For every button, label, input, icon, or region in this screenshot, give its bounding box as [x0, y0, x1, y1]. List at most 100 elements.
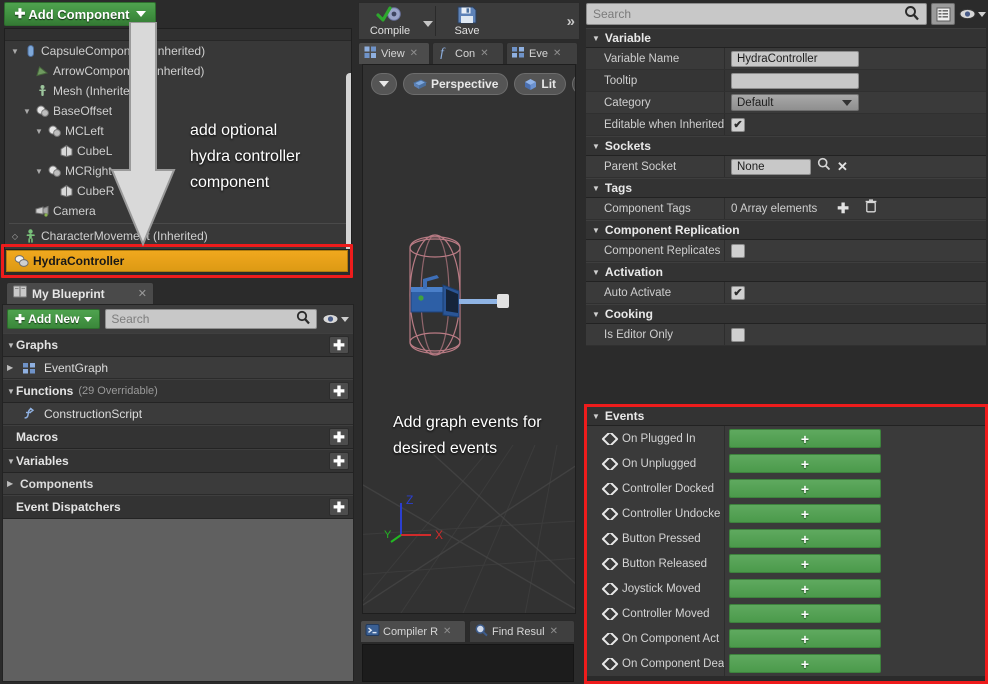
add-button[interactable]: ✚	[329, 498, 349, 516]
add-component-label: Add Component	[28, 6, 130, 22]
add-event-button[interactable]: +	[729, 579, 881, 598]
add-button[interactable]: ✚	[329, 452, 349, 470]
property-value: ✔	[724, 282, 986, 303]
mbp-section-label: Event Dispatchers	[16, 500, 121, 514]
tab-compiler-r[interactable]: Compiler R ✕	[360, 620, 466, 642]
tab-con[interactable]: f Con ✕	[432, 42, 504, 64]
chevron-down-icon	[423, 20, 433, 27]
tab-view[interactable]: View ✕	[358, 42, 430, 64]
add-button[interactable]: ✚	[329, 428, 349, 446]
close-icon[interactable]: ✕	[138, 287, 147, 300]
compile-button[interactable]: Compile	[359, 3, 421, 39]
add-button[interactable]: ✚	[329, 336, 349, 354]
checkbox[interactable]: ✔	[731, 285, 745, 300]
compile-dropdown-button[interactable]	[421, 16, 435, 27]
search-icon[interactable]	[296, 310, 311, 328]
text-input[interactable]: HydraController	[731, 50, 859, 67]
category-header-variable[interactable]: ▼ Variable	[586, 28, 986, 48]
category-header-cooking[interactable]: ▼ Cooking	[586, 304, 986, 324]
mbp-item-eventgraph[interactable]: ▶ EventGraph	[3, 357, 353, 379]
close-icon[interactable]: ✕	[480, 48, 488, 59]
mbp-section-functions[interactable]: ▼ Functions (29 Overridable) ✚	[3, 379, 353, 403]
plus-icon: ✚	[14, 6, 26, 21]
my-blueprint-visibility-button[interactable]	[322, 313, 349, 325]
expander-icon[interactable]: ▼	[9, 47, 21, 56]
toolbar-overflow-button[interactable]: »	[567, 13, 579, 30]
tab-my-blueprint[interactable]: My Blueprint ✕	[6, 282, 154, 304]
close-icon[interactable]: ✕	[550, 626, 558, 637]
text-input[interactable]	[731, 72, 859, 89]
component-tree-scrollbar[interactable]	[346, 73, 351, 249]
close-icon[interactable]: ✕	[553, 48, 561, 59]
expander-icon[interactable]: ▼	[33, 167, 45, 176]
mbp-section-macros[interactable]: Macros ✚	[3, 425, 353, 449]
add-event-button[interactable]: +	[729, 429, 881, 448]
add-event-button[interactable]: +	[729, 529, 881, 548]
compiler-results-panel	[362, 644, 574, 682]
tab-eve[interactable]: Eve ✕	[506, 42, 578, 64]
tree-row-mesh[interactable]: Mesh (Inherited)	[5, 81, 351, 101]
mbp-item-constructionscript[interactable]: ConstructionScript	[3, 403, 353, 425]
checkbox[interactable]: ✔	[731, 117, 745, 132]
add-event-button[interactable]: +	[729, 604, 881, 623]
checkbox[interactable]: ✔	[731, 327, 745, 342]
details-visibility-button[interactable]	[959, 8, 986, 20]
mbp-section-event-dispatchers[interactable]: Event Dispatchers ✚	[3, 495, 353, 519]
close-icon[interactable]: ✕	[443, 626, 451, 637]
add-event-button[interactable]: +	[729, 454, 881, 473]
event-label: On Plugged In	[622, 432, 696, 445]
mbp-section-variables[interactable]: ▼ Variables ✚	[3, 449, 353, 473]
expander-icon[interactable]: ▼	[33, 127, 45, 136]
tree-row-camera[interactable]: Camera	[5, 201, 351, 221]
details-categories: ▼ Variable Variable Name HydraController Too…	[586, 28, 986, 346]
viewport-3d[interactable]: Perspective Lit » Add graph events for d…	[362, 64, 576, 614]
add-new-button[interactable]: ✚ Add New	[7, 309, 101, 329]
add-event-button[interactable]: +	[729, 479, 881, 498]
event-action: +	[724, 551, 986, 576]
category-header-tags[interactable]: ▼ Tags	[586, 178, 986, 198]
mbp-section-graphs[interactable]: ▼ Graphs ✚	[3, 333, 353, 357]
details-grid-view-button[interactable]	[931, 3, 955, 25]
tree-row-capsulecomponent[interactable]: ▼ CapsuleComponent (Inherited)	[5, 41, 351, 61]
event-label: Joystick Moved	[622, 582, 701, 595]
tree-row-charactermovement[interactable]: ◇ CharacterMovement (Inherited)	[5, 226, 351, 246]
dropdown[interactable]: Default	[731, 94, 859, 111]
viewport-perspective-button[interactable]: Perspective	[403, 73, 509, 95]
save-button[interactable]: Save	[436, 3, 498, 39]
lit-cube-icon	[525, 78, 537, 90]
close-x-icon[interactable]: ✕	[837, 159, 848, 175]
mbp-item-components[interactable]: ▶ Components	[3, 473, 353, 495]
search-icon[interactable]	[904, 5, 920, 24]
tree-row-arrowcomponent[interactable]: ArrowComponent (Inherited)	[5, 61, 351, 81]
add-event-button[interactable]: +	[729, 629, 881, 648]
tree-row-hydracontroller[interactable]: HydraController	[6, 250, 348, 272]
event-label: Controller Docked	[622, 482, 715, 495]
details-search-input[interactable]: Search	[586, 3, 927, 25]
events-category-header[interactable]: ▼ Events	[586, 406, 986, 426]
add-event-button[interactable]: +	[729, 554, 881, 573]
category-title: Sockets	[604, 139, 651, 153]
property-value	[724, 70, 986, 91]
category-header-activation[interactable]: ▼ Activation	[586, 262, 986, 282]
tab-find-resul[interactable]: Find Resul ✕	[469, 620, 575, 642]
expander-icon[interactable]: ▼	[21, 107, 33, 116]
viewport-overflow-button[interactable]: »	[572, 73, 575, 95]
category-header-sockets[interactable]: ▼ Sockets	[586, 136, 986, 156]
add-event-button[interactable]: +	[729, 504, 881, 523]
plus-icon[interactable]: ✚	[837, 200, 849, 217]
search-icon[interactable]	[817, 157, 831, 176]
trash-icon[interactable]	[865, 199, 877, 218]
close-icon[interactable]: ✕	[410, 48, 418, 59]
viewport-menu-button[interactable]	[371, 73, 397, 95]
chevron-down-icon	[978, 11, 986, 17]
function-icon	[20, 406, 38, 421]
category-header-component-replication[interactable]: ▼ Component Replication	[586, 220, 986, 240]
event-row-on-plugged-in: On Plugged In +	[586, 426, 986, 451]
socket-value[interactable]: None	[731, 158, 811, 175]
checkbox[interactable]: ✔	[731, 243, 745, 258]
my-blueprint-search-input[interactable]: Search	[105, 309, 317, 329]
add-button[interactable]: ✚	[329, 382, 349, 400]
viewport-lighting-button[interactable]: Lit	[514, 73, 567, 95]
add-event-button[interactable]: +	[729, 654, 881, 673]
property-label: Tooltip	[604, 74, 638, 87]
